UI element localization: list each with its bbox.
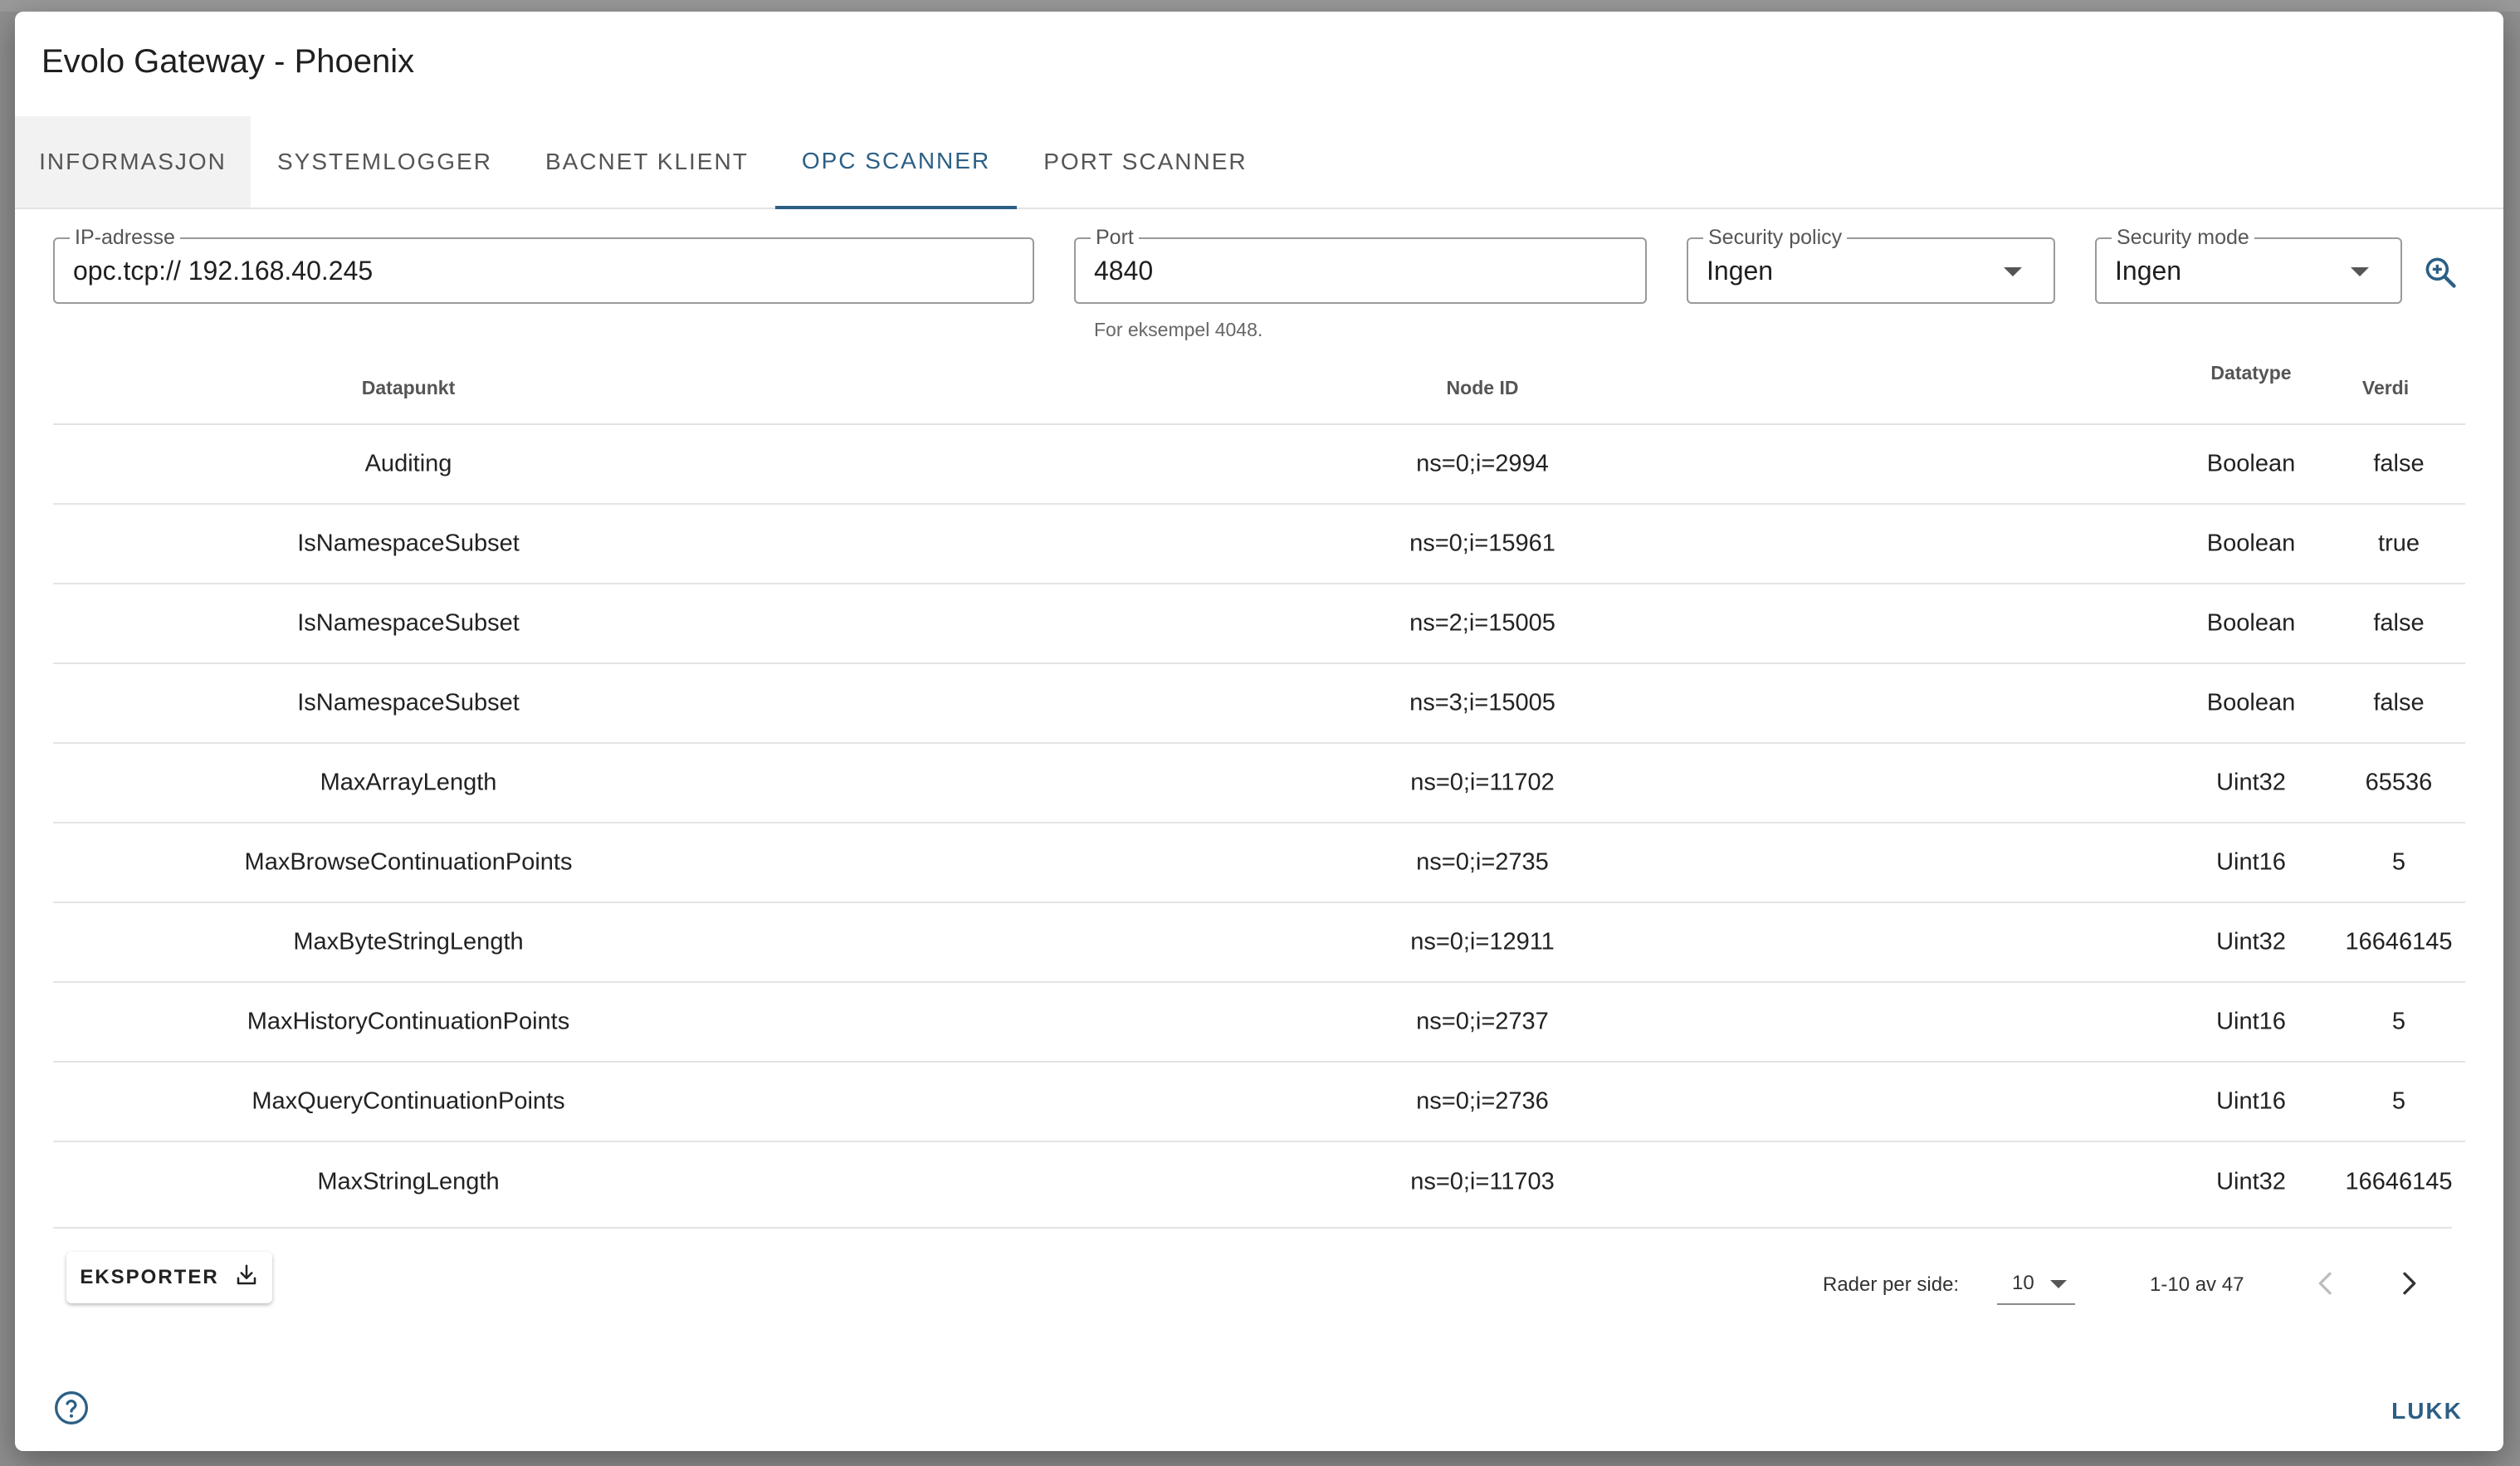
table-row: MaxArrayLength ns=0;i=11702 Uint32 65536	[53, 744, 2465, 823]
download-icon	[234, 1263, 259, 1293]
table-row: MaxStringLength ns=0;i=11703 Uint32 1664…	[53, 1142, 2465, 1222]
gateway-dialog: Evolo Gateway - Phoenix INFORMASJON SYST…	[15, 12, 2503, 1451]
cell-datatype: Uint32	[2216, 928, 2286, 955]
cell-datapunkt: MaxStringLength	[317, 1168, 500, 1195]
chevron-down-icon	[2050, 1280, 2067, 1288]
cell-datapunkt: IsNamespaceSubset	[297, 530, 520, 557]
table-footer-divider	[53, 1227, 2452, 1229]
port-field[interactable]: Port 4840	[1074, 226, 1647, 304]
export-button[interactable]: EKSPORTER	[66, 1252, 272, 1303]
chevron-right-icon	[2403, 1272, 2416, 1295]
cell-node-id: ns=0;i=2736	[1416, 1087, 1549, 1115]
table-row: MaxByteStringLength ns=0;i=12911 Uint32 …	[53, 903, 2465, 983]
tab-opc-scanner[interactable]: OPC SCANNER	[774, 116, 1018, 209]
cell-datapunkt: MaxBrowseContinuationPoints	[244, 848, 573, 876]
cell-datatype: Uint32	[2216, 1168, 2286, 1195]
cell-datatype: Boolean	[2206, 689, 2296, 716]
ip-address-label: IP-adresse	[70, 226, 180, 250]
security-policy-value: Ingen	[1707, 256, 1774, 286]
table-row: MaxBrowseContinuationPoints ns=0;i=2735 …	[53, 823, 2465, 903]
cell-verdi: 5	[2391, 1008, 2406, 1035]
port-label: Port	[1091, 226, 1139, 250]
security-mode-value: Ingen	[2115, 256, 2182, 286]
security-mode-label: Security mode	[2112, 226, 2254, 250]
dialog-title: Evolo Gateway - Phoenix	[42, 43, 415, 80]
cell-verdi: true	[2378, 530, 2420, 557]
help-icon[interactable]	[53, 1390, 90, 1426]
security-policy-select[interactable]: Security policy Ingen	[1687, 226, 2055, 304]
backdrop	[0, 0, 2520, 12]
cell-datapunkt: MaxByteStringLength	[293, 928, 524, 955]
ip-address-field[interactable]: IP-adresse opc.tcp:// 192.168.40.245	[53, 226, 1034, 304]
cell-datapunkt: MaxHistoryContinuationPoints	[247, 1008, 570, 1035]
tab-port-scanner[interactable]: PORT SCANNER	[1017, 116, 1273, 208]
tab-bar: INFORMASJON SYSTEMLOGGER BACNET KLIENT O…	[15, 116, 2503, 209]
cell-node-id: ns=0;i=12911	[1410, 928, 1555, 955]
opc-results-table: Datapunkt Node ID Datatype Verdi Auditin…	[53, 347, 2465, 1222]
cell-verdi: 5	[2391, 848, 2406, 876]
table-header: Datapunkt Node ID Datatype Verdi	[53, 347, 2465, 425]
cell-node-id: ns=0;i=2737	[1416, 1008, 1549, 1035]
cell-datatype: Boolean	[2206, 530, 2296, 557]
cell-datatype: Uint16	[2216, 1087, 2286, 1115]
export-button-label: EKSPORTER	[80, 1266, 219, 1288]
cell-verdi: 16646145	[2345, 1168, 2453, 1195]
tab-systemlogger[interactable]: SYSTEMLOGGER	[251, 116, 519, 208]
table-row: Auditing ns=0;i=2994 Boolean false	[53, 425, 2465, 505]
table-row: IsNamespaceSubset ns=0;i=15961 Boolean t…	[53, 505, 2465, 584]
table-row: MaxHistoryContinuationPoints ns=0;i=2737…	[53, 983, 2465, 1063]
rows-per-page-label: Rader per side:	[1823, 1273, 1960, 1296]
table-row: IsNamespaceSubset ns=2;i=15005 Boolean f…	[53, 584, 2465, 664]
cell-datapunkt: IsNamespaceSubset	[297, 689, 520, 716]
cell-verdi: false	[2373, 689, 2425, 716]
column-header-datapunkt[interactable]: Datapunkt	[362, 377, 455, 399]
rows-per-page-value: 10	[2012, 1272, 2034, 1294]
page-range-text: 1-10 av 47	[2150, 1273, 2244, 1296]
cell-datatype: Boolean	[2206, 609, 2296, 637]
security-mode-select[interactable]: Security mode Ingen	[2095, 226, 2402, 304]
port-helper-text: For eksempel 4048.	[1094, 319, 1263, 340]
cell-datatype: Uint16	[2216, 1008, 2286, 1035]
column-header-datatype[interactable]: Datatype	[2210, 362, 2291, 384]
chevron-down-icon	[2004, 267, 2022, 276]
cell-node-id: ns=0;i=2735	[1416, 848, 1549, 876]
rows-per-page-select[interactable]: 10	[1997, 1262, 2075, 1305]
previous-page-button[interactable]	[2309, 1267, 2342, 1300]
chevron-left-icon	[2318, 1272, 2332, 1295]
port-value: 4840	[1094, 256, 1154, 286]
cell-node-id: ns=3;i=15005	[1409, 689, 1555, 716]
cell-node-id: ns=0;i=15961	[1409, 530, 1555, 557]
cell-verdi: false	[2373, 450, 2425, 477]
table-row: IsNamespaceSubset ns=3;i=15005 Boolean f…	[53, 664, 2465, 744]
ip-address-value: opc.tcp:// 192.168.40.245	[73, 256, 374, 286]
cell-node-id: ns=0;i=11702	[1410, 769, 1555, 796]
cell-datatype: Boolean	[2206, 450, 2296, 477]
cell-datapunkt: IsNamespaceSubset	[297, 609, 520, 637]
cell-node-id: ns=0;i=11703	[1410, 1168, 1555, 1195]
cell-verdi: false	[2373, 609, 2425, 637]
column-header-verdi[interactable]: Verdi	[2362, 377, 2409, 399]
cell-datapunkt: MaxQueryContinuationPoints	[252, 1087, 565, 1115]
cell-datatype: Uint32	[2216, 769, 2286, 796]
chevron-down-icon	[2351, 267, 2369, 276]
security-policy-label: Security policy	[1703, 226, 1848, 250]
cell-datapunkt: Auditing	[364, 450, 452, 477]
cell-verdi: 5	[2391, 1087, 2406, 1115]
cell-node-id: ns=2;i=15005	[1409, 609, 1555, 637]
cell-verdi: 16646145	[2345, 928, 2453, 955]
table-row: MaxQueryContinuationPoints ns=0;i=2736 U…	[53, 1063, 2465, 1142]
tab-informasjon[interactable]: INFORMASJON	[15, 116, 251, 208]
cell-verdi: 65536	[2365, 769, 2433, 796]
next-page-button[interactable]	[2392, 1267, 2425, 1300]
close-button[interactable]: LUKK	[2377, 1393, 2477, 1429]
tab-bacnet-klient[interactable]: BACNET KLIENT	[519, 116, 775, 208]
cell-datapunkt: MaxArrayLength	[320, 769, 497, 796]
column-header-node-id[interactable]: Node ID	[1447, 377, 1519, 399]
cell-node-id: ns=0;i=2994	[1416, 450, 1549, 477]
zoom-in-icon[interactable]	[2422, 254, 2459, 291]
cell-datatype: Uint16	[2216, 848, 2286, 876]
